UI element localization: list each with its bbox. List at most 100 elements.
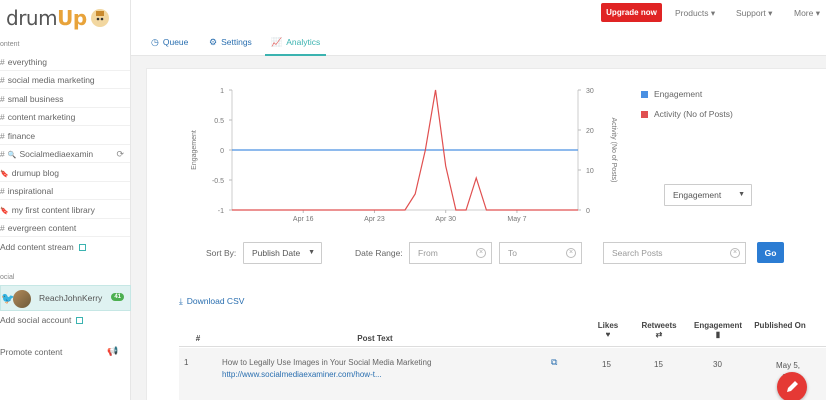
right-tick-label: 0	[586, 208, 590, 215]
search-posts-input[interactable]: Search Posts ×	[603, 242, 746, 264]
stream-small-business[interactable]: # small business	[0, 90, 130, 108]
right-tick-label: 20	[586, 128, 594, 135]
plus-icon	[76, 317, 84, 324]
left-tick-label: 0.5	[214, 118, 224, 125]
megaphone-icon: 📢	[107, 346, 119, 356]
left-tick-label: -1	[218, 208, 224, 215]
to-date-input[interactable]: To ×	[499, 242, 582, 264]
post-text: How to Legally Use Images in Your Social…	[222, 358, 432, 379]
external-link-icon[interactable]: ⧉	[551, 357, 557, 368]
x-tick-label: Apr 23	[364, 216, 385, 223]
pencil-icon	[787, 381, 798, 392]
metric-select[interactable]: Engagement ▼	[664, 184, 752, 206]
stream-social-media-marketing[interactable]: # social media marketing	[0, 71, 130, 89]
col-header-engagement[interactable]: Engagement ▮	[688, 321, 748, 339]
account-name: ReachJohnKerry	[39, 293, 103, 303]
left-tick-label: 0	[220, 148, 224, 155]
compose-button[interactable]	[777, 372, 807, 400]
right-tick-label: 10	[586, 168, 594, 175]
clock-icon: ◷	[151, 37, 159, 47]
tab-analytics[interactable]: 📈 Analytics	[265, 30, 327, 56]
avatar	[13, 290, 31, 308]
content-section-label: ontent	[0, 41, 20, 48]
right-tick-label: 30	[586, 88, 594, 95]
download-icon: ⤓	[179, 296, 183, 306]
y-axis-label: Engagement	[191, 130, 198, 170]
x-tick-label: Apr 30	[435, 216, 456, 223]
heart-icon: ♥	[605, 330, 611, 339]
legend-activity[interactable]: Activity (No of Posts)	[641, 109, 733, 119]
stream-my-first-content-library[interactable]: 🔖 my first content library	[0, 201, 130, 219]
products-menu[interactable]: Products ▾	[675, 8, 715, 19]
table-header-divider	[179, 346, 826, 347]
left-tick-label: 1	[220, 88, 224, 95]
retweet-icon: ⇄	[655, 330, 663, 339]
hash-icon: #	[0, 186, 5, 196]
more-menu[interactable]: More ▾	[794, 8, 820, 19]
add-social-account[interactable]: Add social account	[0, 311, 130, 329]
clear-icon[interactable]: ×	[566, 248, 576, 258]
row-number: 1	[184, 358, 189, 367]
x-tick-label: Apr 16	[293, 216, 314, 223]
legend-swatch	[641, 110, 648, 118]
account-reachjohnkerry[interactable]: 🐦 ReachJohnKerry 41	[0, 285, 131, 311]
bar-chart-icon: ▮	[715, 330, 721, 339]
hash-icon: #	[0, 131, 5, 141]
add-content-stream[interactable]: Add content stream	[0, 238, 130, 256]
sort-by-label: Sort By:	[206, 248, 237, 258]
date-range-label: Date Range:	[355, 248, 403, 258]
chart-icon: 📈	[271, 37, 283, 47]
mascot-icon	[90, 9, 109, 27]
legend-swatch	[641, 90, 648, 98]
bookmark-icon: 🔖	[0, 208, 9, 215]
from-date-input[interactable]: From ×	[409, 242, 492, 264]
tab-bar: ◷ Queue ⚙ Settings 📈 Analytics	[131, 30, 826, 56]
refresh-icon[interactable]: ⟳	[116, 145, 124, 162]
tab-queue[interactable]: ◷ Queue	[145, 30, 194, 56]
gear-icon: ⚙	[209, 37, 218, 47]
hash-icon: #	[0, 94, 5, 104]
hash-icon: #	[0, 57, 5, 67]
promote-content[interactable]: Promote content	[0, 347, 62, 357]
search-icon: 🔍	[7, 152, 17, 159]
stream-everything[interactable]: # everything	[0, 53, 130, 71]
row-engagement: 30	[713, 360, 722, 369]
col-header-likes[interactable]: Likes ♥	[588, 321, 628, 339]
logo-text-a: drum	[6, 6, 58, 30]
col-header-number: #	[195, 334, 201, 343]
stream-inspirational[interactable]: # inspirational	[0, 182, 130, 200]
hash-icon: #	[0, 149, 5, 159]
social-section-label: ocial	[0, 274, 15, 281]
col-header-retweets[interactable]: Retweets ⇄	[636, 321, 682, 339]
upgrade-button[interactable]: Upgrade now	[601, 3, 662, 22]
account-count-badge: 41	[111, 293, 124, 301]
plus-icon	[78, 244, 86, 251]
y2-axis-label: Activity (No of Posts)	[610, 118, 617, 183]
sidebar: drumUp ontent # everything # social media …	[0, 0, 131, 400]
caret-down-icon: ▼	[308, 249, 315, 256]
download-csv-link[interactable]: ⤓ Download CSV	[179, 296, 244, 307]
legend-engagement[interactable]: Engagement	[641, 89, 702, 99]
col-header-published-on[interactable]: Published On	[752, 321, 808, 330]
clear-icon[interactable]: ×	[476, 248, 486, 258]
post-link[interactable]: http://www.socialmediaexaminer.com/how-t…	[222, 370, 382, 379]
caret-down-icon: ▼	[738, 191, 745, 198]
drumup-logo[interactable]: drumUp	[6, 4, 111, 32]
analytics-chart: 1 0.5 0 -0.5 -1 30 20 10 0 Apr 16 Apr 23 Apr 30 May …	[191, 88, 617, 223]
tab-settings[interactable]: ⚙ Settings	[203, 30, 258, 56]
top-bar: Upgrade now Products ▾ Support ▾ More ▾	[131, 0, 826, 25]
sort-by-select[interactable]: Publish Date ▼	[243, 242, 322, 264]
hash-icon: #	[0, 75, 5, 85]
stream-drumup-blog[interactable]: 🔖 drumup blog	[0, 164, 130, 182]
stream-finance[interactable]: # finance	[0, 127, 130, 145]
stream-content-marketing[interactable]: # content marketing	[0, 108, 130, 126]
hash-icon: #	[0, 112, 5, 122]
stream-socialmediaexaminer[interactable]: # 🔍 Socialmediaexamin ⟳	[0, 145, 130, 163]
x-tick-label: May 7	[507, 216, 526, 223]
support-menu[interactable]: Support ▾	[736, 8, 772, 19]
stream-evergreen-content[interactable]: # evergreen content	[0, 219, 130, 237]
clear-icon[interactable]: ×	[730, 248, 740, 258]
bookmark-icon: 🔖	[0, 171, 9, 178]
go-button[interactable]: Go	[757, 242, 784, 263]
col-header-post-text: Post Text	[357, 334, 393, 343]
